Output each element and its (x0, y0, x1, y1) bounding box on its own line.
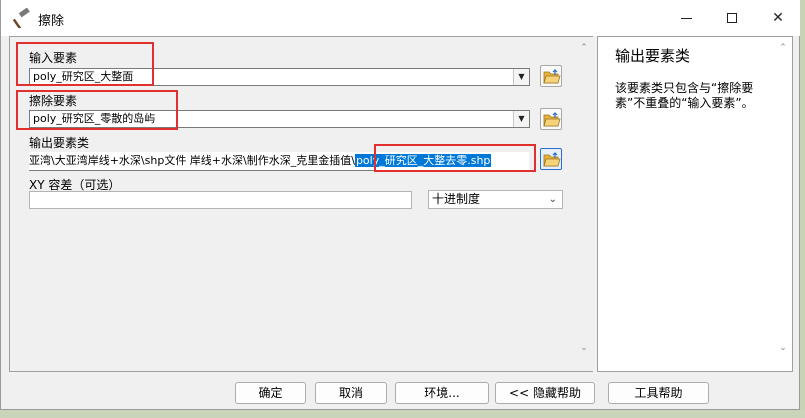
highlight-box-output-name (374, 144, 536, 172)
folder-open-icon (543, 69, 561, 84)
help-pane: 输出要素类 该要素类只包含与“擦除要素”不重叠的“输入要素”。 ⌃ ⌄ (597, 36, 793, 372)
help-title: 输出要素类 (615, 47, 691, 65)
parameters-scrollbar[interactable]: ⌃ ⌄ (575, 37, 593, 371)
maximize-button[interactable] (709, 0, 755, 36)
chevron-down-icon[interactable]: ▼ (513, 111, 529, 127)
xy-tolerance-input[interactable] (29, 191, 412, 209)
desktop-background-bottom (0, 410, 805, 418)
desktop-background-right (800, 0, 805, 418)
parameters-pane: 输入要素 poly_研究区_大整面 ▼ 擦除要素 poly_研究区_零散的岛屿 … (9, 36, 593, 372)
output-features-browse-button[interactable] (540, 148, 562, 170)
erase-features-browse-button[interactable] (540, 108, 562, 130)
erase-dialog: 擦除 ✕ 输入要素 poly_研究区_大整面 ▼ 擦除要素 poly_研究区_零… (0, 0, 800, 410)
window-title: 擦除 (38, 14, 65, 29)
xy-tolerance-unit: 十进制度 (432, 192, 481, 206)
tool-help-button[interactable]: 工具帮助 (608, 382, 709, 404)
scroll-up-icon[interactable]: ⌃ (778, 43, 788, 53)
ok-button[interactable]: 确定 (235, 382, 306, 404)
maximize-icon (727, 13, 737, 23)
close-icon: ✕ (772, 10, 784, 26)
minimize-icon (680, 17, 692, 19)
output-path-prefix: 亚湾\大亚湾岸线+水深\shp文件 岸线+水深\制作水深_克里金插值\ (29, 154, 355, 167)
hammer-icon (11, 7, 31, 30)
highlight-box-erase-features (16, 90, 178, 130)
scroll-down-icon[interactable]: ⌄ (579, 343, 589, 353)
scroll-down-icon[interactable]: ⌄ (778, 343, 788, 353)
xy-tolerance-unit-select[interactable]: 十进制度 ⌄ (428, 190, 563, 209)
environments-button[interactable]: 环境... (395, 382, 489, 404)
close-button[interactable]: ✕ (755, 0, 801, 36)
help-text: 该要素类只包含与“擦除要素”不重叠的“输入要素”。 (615, 81, 754, 110)
help-scrollbar[interactable]: ⌃ ⌄ (774, 37, 792, 371)
cancel-button[interactable]: 取消 (315, 382, 387, 404)
scroll-up-icon[interactable]: ⌃ (579, 43, 589, 53)
highlight-box-input-features (16, 42, 154, 86)
folder-open-icon (543, 112, 561, 127)
chevron-down-icon: ⌄ (548, 194, 557, 205)
hide-help-button[interactable]: << 隐藏帮助 (495, 382, 595, 404)
title-bar[interactable]: 擦除 ✕ (1, 0, 800, 36)
chevron-down-icon[interactable]: ▼ (513, 69, 529, 85)
folder-open-icon (543, 152, 561, 167)
output-features-label: 输出要素类 (29, 136, 90, 150)
input-features-browse-button[interactable] (540, 65, 562, 87)
minimize-button[interactable] (663, 0, 709, 36)
